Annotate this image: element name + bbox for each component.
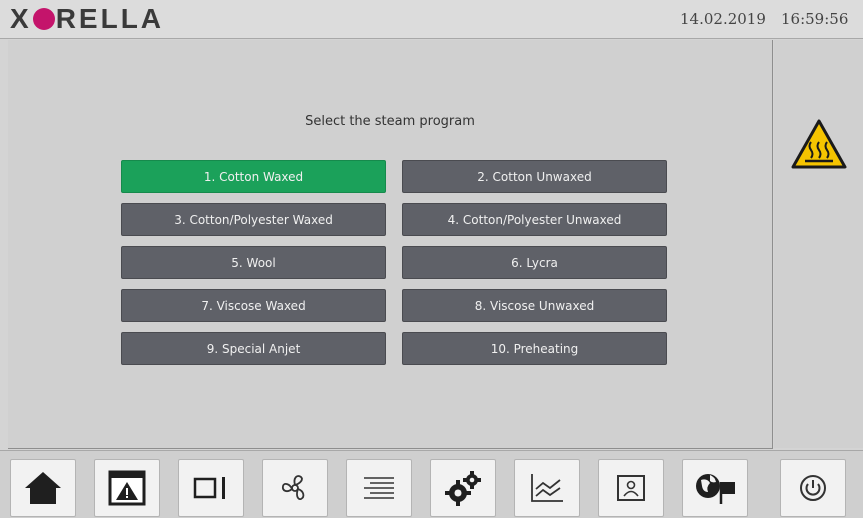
list-button[interactable]	[346, 459, 412, 517]
language-button[interactable]	[682, 459, 748, 517]
program-prompt: Select the steam program	[305, 114, 475, 129]
bottom-toolbar	[0, 450, 863, 518]
time-display: 16:59:56	[781, 10, 849, 28]
user-button[interactable]	[598, 459, 664, 517]
brand-logo: X RELLA	[10, 3, 165, 34]
program-button-3[interactable]: 3. Cotton/Polyester Waxed	[121, 203, 386, 236]
program-button-2[interactable]: 2. Cotton Unwaxed	[402, 160, 667, 193]
chart-button[interactable]	[514, 459, 580, 517]
alarm-window-icon	[107, 469, 147, 507]
program-button-10[interactable]: 10. Preheating	[402, 332, 667, 365]
program-button-8[interactable]: 8. Viscose Unwaxed	[402, 289, 667, 322]
main-panel: Select the steam program 1. Cotton Waxed…	[8, 40, 773, 449]
user-icon	[613, 472, 649, 504]
panel-icon	[191, 473, 231, 503]
view-button[interactable]	[178, 459, 244, 517]
chart-icon	[528, 471, 566, 505]
program-button-1[interactable]: 1. Cotton Waxed	[121, 160, 386, 193]
date-display: 14.02.2019	[680, 10, 766, 28]
header-bar: X RELLA 14.02.2019 16:59:56	[0, 0, 863, 39]
home-icon	[23, 470, 63, 506]
list-icon	[360, 473, 398, 503]
power-icon	[795, 470, 831, 506]
fan-icon	[277, 470, 313, 506]
globe-flag-icon	[693, 470, 737, 506]
program-button-7[interactable]: 7. Viscose Waxed	[121, 289, 386, 322]
hot-surface-warning-icon	[790, 118, 848, 170]
gears-icon	[443, 469, 483, 507]
program-button-9[interactable]: 9. Special Anjet	[121, 332, 386, 365]
power-button[interactable]	[780, 459, 846, 517]
program-button-6[interactable]: 6. Lycra	[402, 246, 667, 279]
settings-button[interactable]	[430, 459, 496, 517]
side-panel	[774, 40, 863, 448]
program-button-5[interactable]: 5. Wool	[121, 246, 386, 279]
fan-button[interactable]	[262, 459, 328, 517]
alarms-button[interactable]	[94, 459, 160, 517]
home-button[interactable]	[10, 459, 76, 517]
program-button-4[interactable]: 4. Cotton/Polyester Unwaxed	[402, 203, 667, 236]
logo-dot	[32, 8, 55, 30]
